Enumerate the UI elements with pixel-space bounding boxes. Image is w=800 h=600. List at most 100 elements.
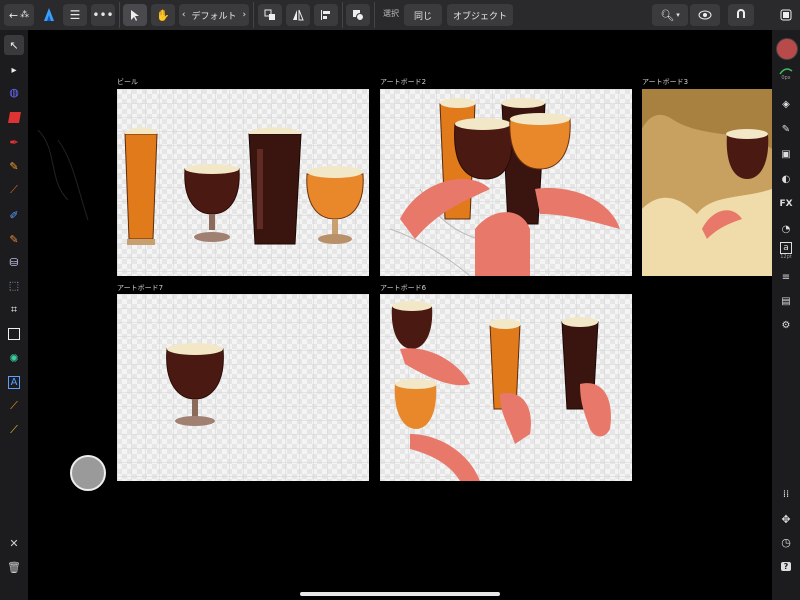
color-well[interactable]	[776, 38, 798, 60]
artboard-tool[interactable]: ◍	[4, 82, 24, 102]
designer-app-icon	[44, 8, 54, 21]
history-button[interactable]: ◷	[777, 533, 795, 551]
pen-tool[interactable]: ✒	[4, 132, 24, 152]
rectangle-tool[interactable]	[4, 324, 24, 344]
artboard-3[interactable]	[642, 89, 772, 276]
separator	[374, 2, 375, 28]
view-mode-icon	[698, 10, 712, 20]
separator	[253, 2, 254, 28]
align-button[interactable]	[314, 4, 338, 26]
node-tool-icon: ▸	[11, 64, 17, 76]
view-mode-button[interactable]	[690, 4, 720, 26]
transparency-tool[interactable]: ⬚	[4, 275, 24, 295]
back-to-documents-button[interactable]: ← ⁂	[4, 4, 34, 26]
snapping-button[interactable]	[728, 4, 754, 26]
help-button[interactable]: ?	[777, 557, 795, 575]
pointer-tool-button[interactable]	[123, 4, 147, 26]
grid-icon: ⁂	[20, 10, 30, 20]
artboard-2[interactable]	[380, 89, 632, 276]
select-object-button[interactable]: オブジェクト	[447, 4, 513, 26]
stock-button[interactable]: ▤	[777, 292, 795, 310]
brushes-icon: ✎	[781, 123, 791, 135]
quick-menu-button[interactable]	[70, 455, 106, 491]
crop-icon: ⌗	[10, 303, 18, 316]
snapping-icon	[737, 9, 745, 18]
close-button[interactable]: ✕	[4, 533, 24, 553]
document-menu-button[interactable]: ☰	[63, 4, 87, 26]
close-icon: ✕	[9, 536, 19, 550]
back-icon: ←	[8, 8, 19, 22]
artboard-label: アートボード7	[117, 284, 164, 292]
effects-button[interactable]: FX	[777, 195, 795, 213]
assets-button[interactable]: ⚙	[777, 316, 795, 334]
boolean-icon	[353, 10, 364, 21]
artboard-beer[interactable]	[117, 89, 369, 276]
paint-tool[interactable]: ✎	[4, 229, 24, 249]
brush-size-label: 0px	[781, 75, 791, 81]
same-label: 同じ	[413, 11, 432, 22]
eyedropper-icon: ⟋	[10, 399, 18, 412]
paint-brush-icon: ✎	[9, 232, 19, 246]
arrange-button[interactable]	[258, 4, 282, 26]
arrange-icon	[264, 9, 275, 20]
fill-bucket-tool[interactable]: ⛁	[4, 252, 24, 272]
app-icon-button[interactable]	[40, 4, 58, 26]
color-picker-tool[interactable]: ⟋	[4, 396, 24, 416]
shape-icon: ✺	[9, 351, 19, 365]
delete-button[interactable]: 🗑︎	[4, 557, 24, 577]
navigator-button[interactable]: ✥	[777, 510, 795, 528]
color-button[interactable]: ◐	[777, 170, 795, 188]
rectangle-icon	[8, 328, 20, 340]
left-toolbar: ↖ ▸ ◍ ✒ ✎ ⟋ ✐ ✎ ⛁ ⬚ ⌗ ✺ A ⟋ ⟋ ✕ 🗑︎	[0, 30, 28, 600]
select-same-button[interactable]: 同じ	[404, 4, 442, 26]
top-toolbar: ← ⁂ ☰ ••• ✋ ‹ デフォルト › 選択 同じ オブジェクト 🔍︎ ▾	[0, 0, 800, 30]
shape-tool[interactable]: ✺	[4, 348, 24, 368]
navigator-icon: ✥	[781, 512, 791, 526]
chevron-left-icon: ‹	[181, 10, 186, 20]
chevron-down-icon: ▾	[676, 11, 680, 19]
persona-icon	[780, 9, 792, 21]
fill-icon	[7, 111, 21, 123]
separator	[342, 2, 343, 28]
text-style-button[interactable]: a 12pt	[777, 242, 795, 260]
hand-tool-icon: ✋	[156, 8, 170, 22]
object-label: オブジェクト	[452, 11, 507, 22]
artboard-7[interactable]	[117, 294, 369, 481]
preset-label: デフォルト	[191, 11, 237, 22]
artboard-6[interactable]	[380, 294, 632, 481]
appearance-icon: ◔	[781, 223, 791, 235]
fill-tool[interactable]	[4, 107, 24, 127]
brush-tool[interactable]: ⟋	[4, 180, 24, 200]
crop-tool[interactable]: ⌗	[4, 300, 24, 320]
measure-tool[interactable]: ⟋	[4, 420, 24, 440]
pencil-icon: ✎	[9, 159, 19, 173]
history-icon: ◷	[781, 535, 791, 549]
zoom-button[interactable]: 🔍︎ ▾	[652, 4, 688, 26]
more-button[interactable]: •••	[91, 4, 115, 26]
node-tool[interactable]: ▸	[4, 60, 24, 80]
boolean-ops-button[interactable]	[346, 4, 370, 26]
pencil-tool[interactable]: ✎	[4, 156, 24, 176]
artboard-label: アートボード6	[380, 284, 427, 292]
vector-brush-tool[interactable]: ✐	[4, 205, 24, 225]
layers-button[interactable]: ◈	[777, 95, 795, 113]
zoom-icon: 🔍︎	[660, 8, 675, 22]
transform-button[interactable]: ⁞⁞	[777, 485, 795, 503]
preset-selector[interactable]: ‹ デフォルト ›	[179, 4, 249, 26]
text-tool[interactable]: A	[4, 372, 24, 392]
flip-button[interactable]	[286, 4, 310, 26]
cheers-illustration	[389, 98, 620, 276]
brushes-button[interactable]: ✎	[777, 120, 795, 138]
persona-switch-button[interactable]	[776, 4, 796, 26]
move-tool[interactable]: ↖	[4, 35, 24, 55]
canvas[interactable]: ビール アートボード2 アートボード3 アートボード7 アートボード6	[28, 30, 772, 600]
hand-tool-button[interactable]: ✋	[151, 4, 175, 26]
move-tool-icon: ↖	[9, 38, 19, 52]
artboard-label: アートボード3	[642, 78, 689, 86]
trash-icon: 🗑︎	[7, 560, 21, 574]
swatches-button[interactable]: ▣	[777, 145, 795, 163]
text-styles-button[interactable]: ≡	[777, 268, 795, 286]
appearance-button[interactable]: ◔	[777, 220, 795, 238]
text-size-label: 12pt	[780, 254, 792, 260]
stroke-button[interactable]: 0px	[777, 65, 795, 83]
